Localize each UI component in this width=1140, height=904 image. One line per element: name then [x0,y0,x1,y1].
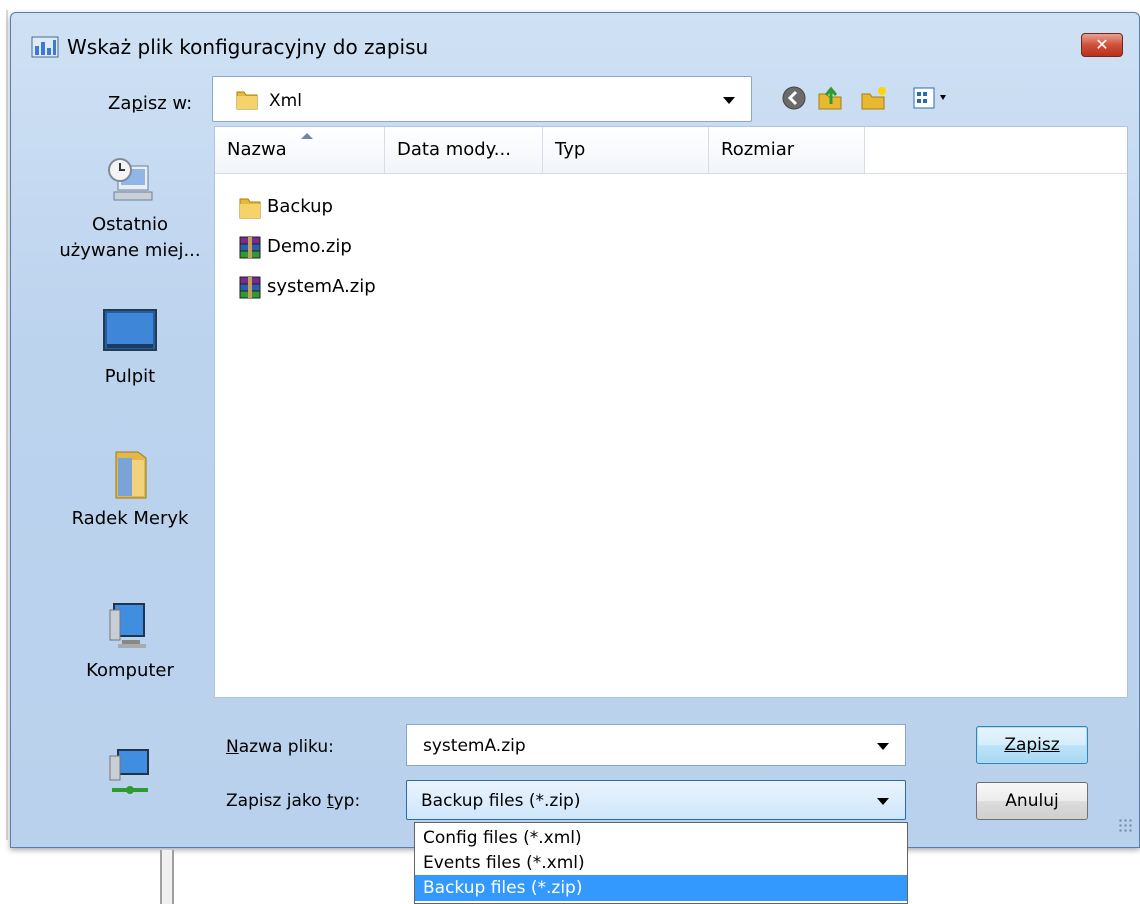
cancel-button[interactable]: Anuluj [976,782,1088,820]
chevron-down-icon[interactable] [877,798,889,805]
winrar-archive-icon [239,236,261,259]
file-type-dropdown[interactable]: Config files (*.xml) Events files (*.xml… [414,822,908,904]
file-name-value: systemA.zip [423,736,526,756]
place-label: Pulpit [104,366,156,387]
file-type-value: Backup files (*.zip) [421,791,581,811]
chevron-down-icon[interactable] [723,97,735,104]
places-bar: Ostatnio używane miej... Pulpit Radek Me… [40,128,220,818]
column-header-name[interactable]: Nazwa [215,127,385,173]
background-pole [160,850,174,904]
save-in-label: Zapisz w: [108,93,193,114]
dropdown-option-selected[interactable]: Backup files (*.zip) [415,875,907,901]
resize-grip[interactable] [1118,818,1132,832]
user-folder-icon [115,451,147,499]
dropdown-option[interactable]: Events files (*.xml) [415,850,907,876]
sort-ascending-icon [301,133,313,139]
file-list[interactable]: Nazwa Data mody... Typ Rozmiar Backup De… [214,126,1128,698]
close-icon: ✕ [1095,35,1109,54]
column-header-type[interactable]: Typ [543,127,709,173]
dropdown-option[interactable]: Config files (*.xml) [415,825,907,851]
window-title: Wskaż plik konfiguracyjny do zapisu [67,35,429,59]
file-name: systemA.zip [267,276,376,297]
column-header-size[interactable]: Rozmiar [709,127,865,173]
file-type-combo[interactable]: Backup files (*.zip) [406,780,906,820]
file-name: Backup [267,196,333,217]
file-name-field[interactable]: systemA.zip [406,724,906,766]
computer-icon [109,603,146,648]
place-desktop[interactable]: Pulpit [40,304,220,390]
title-bar[interactable]: Wskaż plik konfiguracyjny do zapisu ✕ [11,13,1139,63]
place-recent[interactable]: Ostatnio używane miej... [40,152,220,264]
column-header-date[interactable]: Data mody... [385,127,543,173]
folder-icon [239,198,261,219]
save-button[interactable]: Zapisz [976,726,1088,764]
app-icon [31,36,59,58]
file-name-label: Nazwa pliku: [226,737,334,757]
header-divider [215,173,1127,174]
place-label-2: używane miej... [59,240,201,261]
recent-places-icon [108,158,153,201]
desktop-icon [103,309,157,351]
back-icon[interactable] [780,84,808,112]
winrar-archive-icon [239,276,261,299]
place-label: Radek Meryk [71,508,189,529]
place-computer[interactable]: Komputer [40,598,220,684]
close-button[interactable]: ✕ [1081,33,1123,57]
new-folder-icon[interactable] [860,84,888,112]
place-network[interactable] [40,746,220,806]
up-folder-icon[interactable] [816,84,844,112]
background-edge [6,10,8,840]
file-name: Demo.zip [267,236,352,257]
chevron-down-icon[interactable] [877,743,889,750]
file-type-label: Zapisz jako typ: [226,791,361,811]
place-user[interactable]: Radek Meryk [40,446,220,532]
place-label: Komputer [86,660,174,681]
save-in-combo[interactable]: Xml [212,76,752,122]
folder-icon [236,91,258,110]
place-label: Ostatnio [91,214,169,235]
views-menu-icon[interactable] [910,84,966,112]
network-icon [109,749,149,794]
save-in-value: Xml [269,91,302,111]
